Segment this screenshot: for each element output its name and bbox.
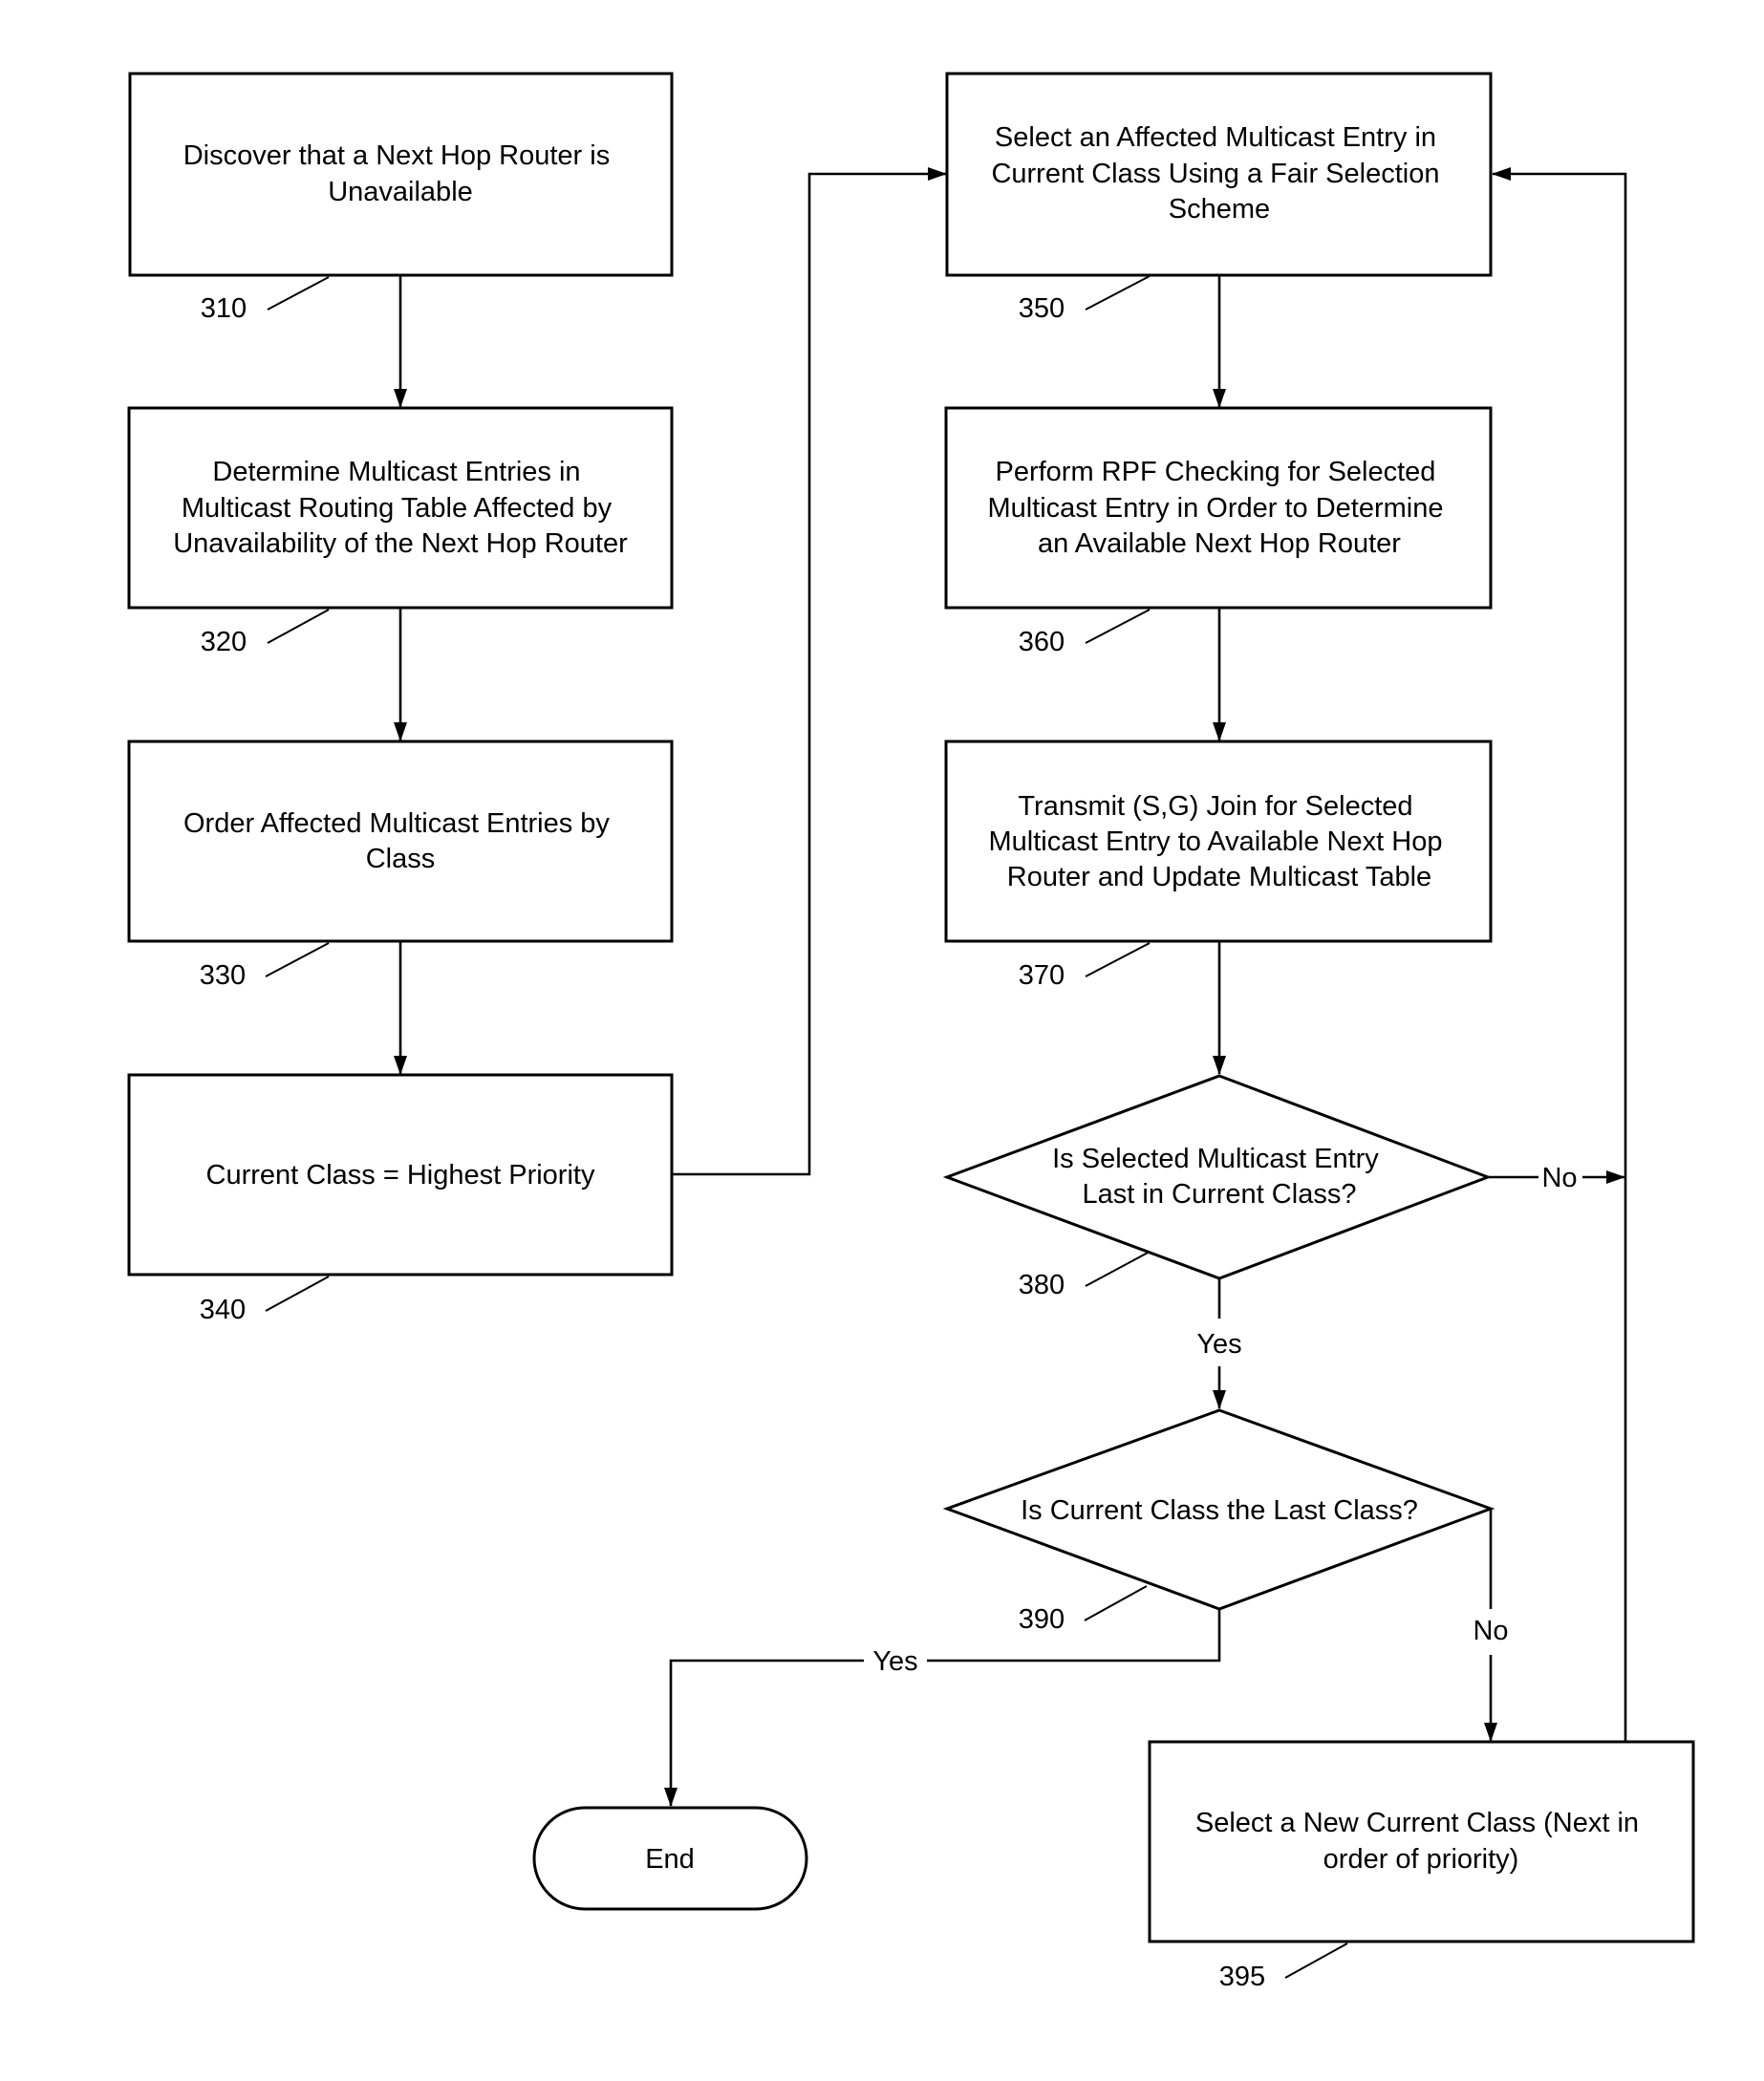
end-terminal: End — [532, 1806, 808, 1911]
edge-label-390-no: No — [1473, 1616, 1508, 1646]
step-395: Select a New Current Class (Next in orde… — [1148, 1740, 1695, 1943]
edge-390-yes-arrow — [664, 1659, 864, 1807]
decision-390: Is Current Class the Last Class? — [942, 1408, 1495, 1611]
ref-350: 350 — [1019, 293, 1065, 324]
ref-330: 330 — [200, 960, 246, 991]
ref-390: 390 — [1019, 1604, 1065, 1635]
step-340: Current Class = Highest Priority — [127, 1073, 674, 1276]
ref-320: 320 — [201, 627, 247, 657]
ref-320-leader — [267, 609, 330, 644]
ref-340-leader — [265, 1276, 330, 1312]
edge-390-yes-line-a — [927, 1609, 1221, 1663]
step-330-box — [127, 740, 674, 943]
ref-360: 360 — [1019, 627, 1065, 657]
end-terminal-text: End — [645, 1844, 695, 1875]
step-370-text: Transmit (S,G) Join for Selected Multica… — [988, 791, 1450, 892]
ref-370: 370 — [1019, 960, 1065, 991]
ref-380-leader — [1085, 1251, 1151, 1287]
edge-label-390-yes: Yes — [872, 1646, 917, 1677]
step-330: Order Affected Multicast Entries by Clas… — [127, 740, 674, 943]
ref-340: 340 — [200, 1295, 246, 1325]
step-370: Transmit (S,G) Join for Selected Multica… — [944, 740, 1493, 943]
edge-label-380-yes: Yes — [1196, 1329, 1241, 1360]
ref-390-leader — [1084, 1585, 1148, 1621]
decision-380: Is Selected Multicast Entry Last in Curr… — [942, 1074, 1493, 1280]
ref-370-leader — [1085, 942, 1151, 977]
arrow-340-350 — [672, 167, 947, 1176]
ref-310: 310 — [201, 293, 247, 324]
step-320: Determine Multicast Entries in Multicast… — [127, 406, 674, 610]
edge-label-380-no: No — [1541, 1163, 1577, 1193]
ref-330-leader — [265, 942, 330, 977]
step-395-box — [1148, 1740, 1695, 1943]
step-320-text: Determine Multicast Entries in Multicast… — [173, 457, 628, 559]
ref-360-leader — [1085, 609, 1151, 644]
ref-395-leader — [1284, 1942, 1348, 1979]
step-310-box — [128, 72, 674, 277]
step-340-text: Current Class = Highest Priority — [206, 1160, 595, 1191]
ref-310-leader — [267, 276, 330, 311]
step-360: Perform RPF Checking for Selected Multic… — [944, 406, 1493, 610]
step-360-text: Perform RPF Checking for Selected Multic… — [987, 457, 1451, 559]
decision-380-diamond — [942, 1074, 1493, 1280]
decision-390-text: Is Current Class the Last Class? — [1021, 1495, 1418, 1526]
ref-350-leader — [1085, 275, 1151, 311]
arrow-loop-to-350 — [1492, 167, 1627, 1741]
ref-380: 380 — [1019, 1270, 1065, 1300]
ref-395: 395 — [1219, 1962, 1265, 1992]
step-310: Discover that a Next Hop Router is Unava… — [128, 72, 674, 277]
step-350: Select an Affected Multicast Entry in Cu… — [945, 72, 1493, 277]
flowchart: Discover that a Next Hop Router is Unava… — [127, 72, 1695, 1992]
